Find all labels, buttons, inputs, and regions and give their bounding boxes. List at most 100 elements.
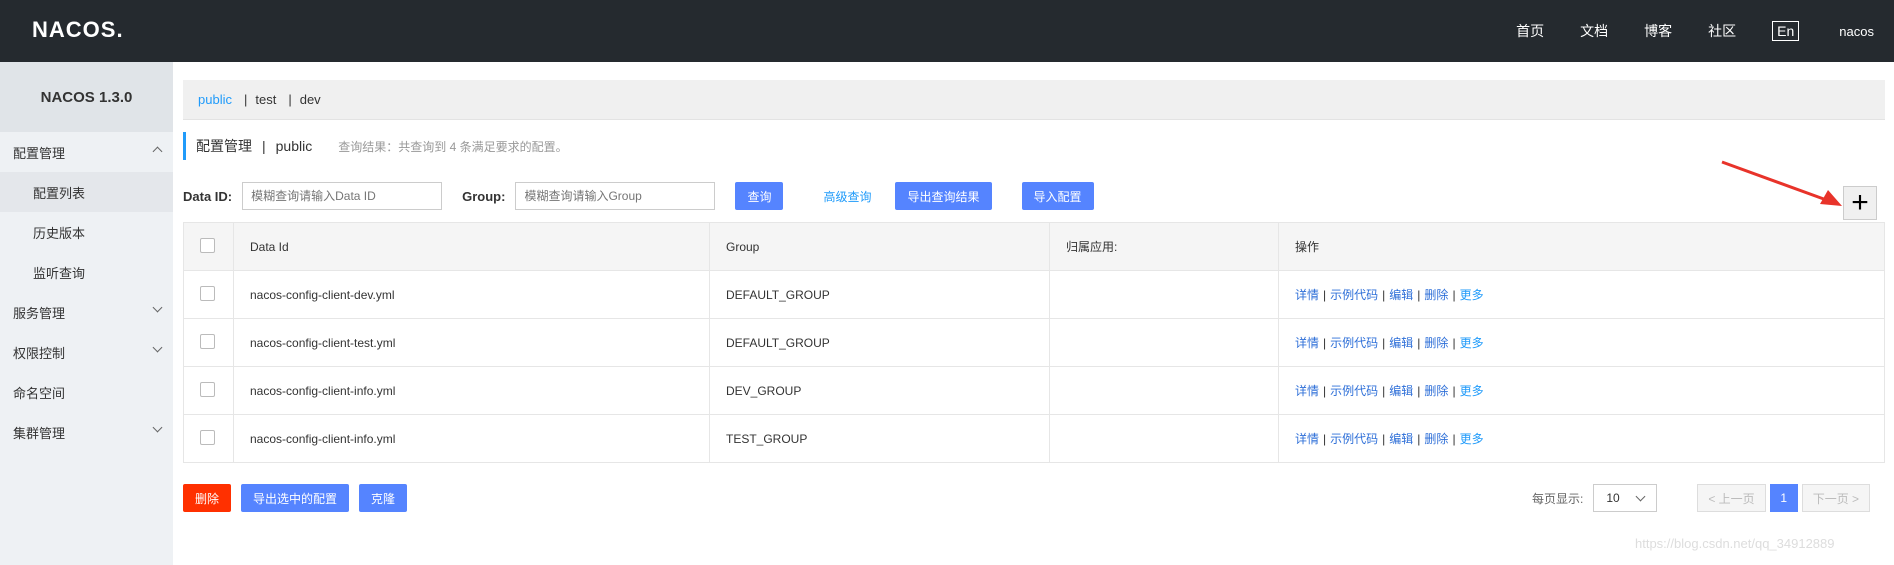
chevron-up-icon	[152, 146, 163, 157]
cell-app	[1049, 414, 1279, 463]
nacos-logo[interactable]: NACOS.	[32, 17, 124, 43]
row-select-cell	[183, 270, 234, 319]
cell-group: TEST_GROUP	[709, 414, 1050, 463]
col-group: Group	[709, 222, 1050, 271]
edit-link[interactable]: 编辑	[1389, 432, 1413, 446]
sidebar-item-service-management[interactable]: 服务管理	[0, 292, 173, 332]
per-page-label: 每页显示:	[1532, 491, 1584, 506]
sidebar-item-config-list[interactable]: 配置列表	[0, 172, 173, 212]
delete-link[interactable]: 删除	[1424, 432, 1448, 446]
more-link[interactable]: 更多	[1460, 432, 1484, 446]
search-button[interactable]: 查询	[735, 182, 784, 210]
more-link[interactable]: 更多	[1460, 336, 1484, 350]
namespace-dev[interactable]: dev	[300, 92, 321, 107]
col-data-id: Data Id	[233, 222, 710, 271]
dataid-label: Data ID:	[183, 188, 233, 204]
sidebar-item-cluster-management[interactable]: 集群管理	[0, 412, 173, 452]
group-label: Group:	[462, 188, 506, 204]
annotation-arrow	[1721, 160, 1842, 206]
more-link[interactable]: 更多	[1460, 288, 1484, 302]
bulk-actions: 删除 导出选中的配置 克隆	[183, 484, 408, 512]
cell-data-id: nacos-config-client-info.yml	[233, 414, 710, 463]
delete-link[interactable]: 删除	[1424, 384, 1448, 398]
sample-code-link[interactable]: 示例代码	[1330, 336, 1378, 350]
language-toggle[interactable]: En	[1772, 21, 1800, 41]
row-checkbox[interactable]	[200, 429, 215, 445]
row-checkbox[interactable]	[200, 381, 215, 397]
cell-data-id: nacos-config-client-dev.yml	[233, 270, 710, 319]
cell-group: DEFAULT_GROUP	[709, 270, 1050, 319]
chevron-down-icon	[152, 422, 163, 433]
col-app: 归属应用:	[1049, 222, 1279, 271]
import-config-button[interactable]: 导入配置	[1021, 182, 1094, 210]
detail-link[interactable]: 详情	[1295, 336, 1319, 350]
page-1-button[interactable]: 1	[1769, 484, 1798, 512]
sidebar-item-history[interactable]: 历史版本	[0, 212, 173, 252]
dataid-input[interactable]	[242, 182, 443, 210]
cell-operations: 详情 | 示例代码 | 编辑 | 删除 | 更多	[1278, 366, 1885, 415]
export-result-button[interactable]: 导出查询结果	[895, 182, 992, 210]
filter-bar: Data ID: Group: 查询 高级查询 导出查询结果 导入配置	[183, 182, 1094, 210]
cell-operations: 详情 | 示例代码 | 编辑 | 删除 | 更多	[1278, 318, 1885, 367]
delete-link[interactable]: 删除	[1424, 336, 1448, 350]
page-namespace: public	[275, 138, 313, 154]
table-row: nacos-config-client-test.yml DEFAULT_GRO…	[183, 318, 1885, 367]
prev-page-button[interactable]: < 上一页	[1697, 484, 1766, 512]
top-header: NACOS. 首页 文档 博客 社区 En nacos	[0, 0, 1894, 62]
cell-data-id: nacos-config-client-info.yml	[233, 366, 710, 415]
cell-app	[1049, 270, 1279, 319]
export-selected-button[interactable]: 导出选中的配置	[241, 484, 350, 512]
nav-home[interactable]: 首页	[1516, 21, 1544, 41]
select-all-checkbox[interactable]	[200, 237, 215, 253]
sidebar-item-label: 命名空间	[13, 385, 66, 401]
bulk-delete-button[interactable]: 删除	[183, 484, 232, 512]
row-checkbox[interactable]	[200, 333, 215, 349]
sidebar-item-access-control[interactable]: 权限控制	[0, 332, 173, 372]
cell-app	[1049, 318, 1279, 367]
col-operations: 操作	[1278, 222, 1885, 271]
sample-code-link[interactable]: 示例代码	[1330, 432, 1378, 446]
next-page-button[interactable]: 下一页 >	[1801, 484, 1871, 512]
detail-link[interactable]: 详情	[1295, 432, 1319, 446]
sidebar-item-label: 集群管理	[13, 425, 66, 441]
nav-community[interactable]: 社区	[1708, 21, 1736, 41]
namespace-public[interactable]: public	[198, 92, 232, 107]
sidebar-title: NACOS 1.3.0	[0, 62, 173, 132]
sidebar-item-listen-query[interactable]: 监听查询	[0, 252, 173, 292]
add-config-button[interactable]: +	[1843, 186, 1877, 220]
more-link[interactable]: 更多	[1460, 384, 1484, 398]
table-row: nacos-config-client-dev.yml DEFAULT_GROU…	[183, 270, 1885, 319]
edit-link[interactable]: 编辑	[1389, 336, 1413, 350]
row-select-cell	[183, 414, 234, 463]
nav-docs[interactable]: 文档	[1580, 21, 1608, 41]
sidebar: NACOS 1.3.0 配置管理 配置列表 历史版本 监听查询 服务管理 权限控…	[0, 62, 173, 565]
row-checkbox[interactable]	[200, 285, 215, 301]
top-nav: 首页 文档 博客 社区 En nacos	[1516, 0, 1894, 62]
detail-link[interactable]: 详情	[1295, 288, 1319, 302]
edit-link[interactable]: 编辑	[1389, 288, 1413, 302]
sidebar-item-label: 服务管理	[13, 305, 66, 321]
per-page-select[interactable]: 10	[1593, 484, 1658, 512]
title-separator: |	[262, 138, 266, 154]
table-row: nacos-config-client-info.yml TEST_GROUP …	[183, 414, 1885, 463]
chevron-down-icon	[152, 302, 163, 313]
namespace-test[interactable]: test	[255, 92, 276, 107]
cell-app	[1049, 366, 1279, 415]
edit-link[interactable]: 编辑	[1389, 384, 1413, 398]
nav-blog[interactable]: 博客	[1644, 21, 1672, 41]
sidebar-item-namespace[interactable]: 命名空间	[0, 372, 173, 412]
cell-operations: 详情 | 示例代码 | 编辑 | 删除 | 更多	[1278, 414, 1885, 463]
advanced-search-link[interactable]: 高级查询	[823, 188, 871, 205]
config-table: Data Id Group 归属应用: 操作 nacos-config-clie…	[183, 222, 1885, 463]
sample-code-link[interactable]: 示例代码	[1330, 384, 1378, 398]
namespace-separator: |	[243, 92, 248, 107]
sidebar-item-config-management[interactable]: 配置管理	[0, 132, 173, 172]
clone-button[interactable]: 克隆	[359, 484, 408, 512]
user-name[interactable]: nacos	[1839, 24, 1874, 39]
per-page-value: 10	[1606, 491, 1620, 505]
detail-link[interactable]: 详情	[1295, 384, 1319, 398]
sample-code-link[interactable]: 示例代码	[1330, 288, 1378, 302]
delete-link[interactable]: 删除	[1424, 288, 1448, 302]
result-hint: 查询结果：共查询到 4 条满足要求的配置。	[338, 139, 568, 154]
group-input[interactable]	[515, 182, 716, 210]
